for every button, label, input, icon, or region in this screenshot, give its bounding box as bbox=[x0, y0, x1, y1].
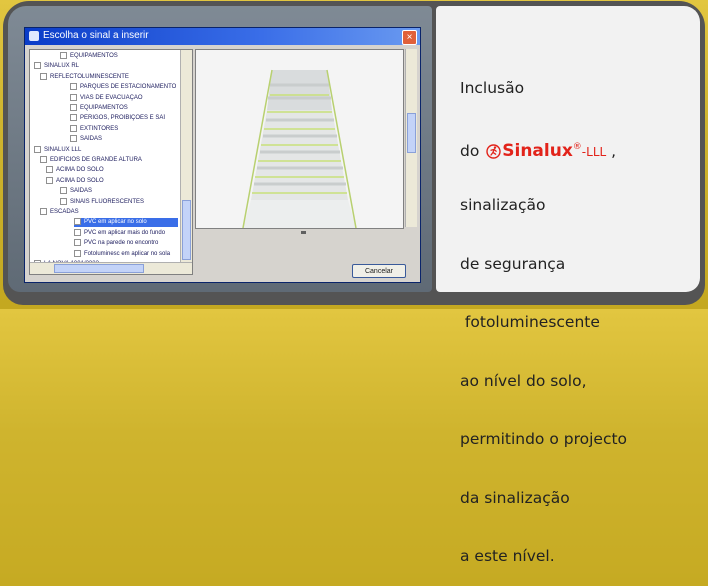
desc-line-1: Inclusão bbox=[460, 79, 525, 97]
tree-expander-icon[interactable] bbox=[34, 145, 41, 153]
brand-suffix: -LLL bbox=[581, 144, 607, 159]
tree-item-label: PVC na parede no encontro bbox=[84, 240, 159, 247]
tree-expander-icon[interactable] bbox=[74, 218, 81, 226]
tree-expander-icon[interactable] bbox=[70, 104, 77, 111]
tree-item[interactable]: REFLECTOLUMINESCENTE bbox=[40, 72, 178, 82]
app-icon bbox=[29, 31, 39, 41]
tree-item[interactable]: EDIFÍCIOS DE GRANDE ALTURA bbox=[40, 156, 178, 165]
tree-expander-icon[interactable] bbox=[46, 166, 53, 174]
tree-expander-icon[interactable] bbox=[60, 52, 67, 59]
tree-item-label: ACIMA DO SOLO bbox=[56, 167, 104, 174]
tree-item-label: VIAS DE EVACUAÇÃO bbox=[80, 94, 143, 101]
tree-item[interactable]: EQUIPAMENTOS bbox=[70, 104, 178, 113]
tree-item-label: ACIMA DO SOLO bbox=[56, 177, 104, 184]
desc-line: fotoluminescente bbox=[460, 313, 600, 331]
tree-item-label: SINALUX RL bbox=[44, 63, 80, 70]
tree-item-label: PVC em aplicar mais do fundo bbox=[84, 229, 166, 236]
sign-preview bbox=[195, 49, 404, 229]
tree-item-label: SINAIS FLUORESCENTES bbox=[70, 198, 145, 205]
desc-line-2-prefix: do bbox=[460, 141, 485, 160]
tree-item[interactable]: Fotoluminesc em aplicar no sola bbox=[74, 249, 178, 259]
tree-vertical-scrollbar-thumb[interactable] bbox=[182, 200, 191, 260]
tree-item-label: ESCADAS bbox=[50, 209, 79, 216]
tree-item[interactable]: SINALUX LLL bbox=[34, 145, 178, 155]
close-button[interactable]: × bbox=[402, 30, 417, 45]
desc-line: sinalização bbox=[460, 196, 546, 214]
tree-horizontal-scrollbar[interactable] bbox=[30, 262, 192, 274]
tree-expander-icon[interactable] bbox=[46, 176, 53, 184]
tree-item-label: PERIGOS, PROIBIÇÕES E SAÍ bbox=[80, 115, 166, 122]
tree-expander-icon[interactable] bbox=[40, 72, 47, 80]
tree-item[interactable]: ACIMA DO SOLO bbox=[46, 176, 178, 186]
running-man-icon bbox=[486, 143, 501, 165]
desc-line: da sinalização bbox=[460, 488, 570, 507]
tree-item[interactable]: SAÍDAS bbox=[60, 187, 178, 196]
brand-registered: ® bbox=[572, 141, 582, 152]
preview-scrollbar-thumb[interactable] bbox=[407, 113, 416, 153]
tree-item-label: Fotoluminesc em aplicar no sola bbox=[84, 250, 171, 257]
desc-line: ao nível do solo, bbox=[460, 371, 587, 390]
staircase-preview-image bbox=[196, 50, 403, 228]
desc-line-2-end: , bbox=[606, 141, 617, 160]
tree-horizontal-scrollbar-thumb[interactable] bbox=[54, 264, 144, 273]
dialog-title: Escolha o sinal a inserir bbox=[43, 30, 149, 41]
sign-category-tree[interactable]: EQUIPAMENTOS SINALUX RL REFLECTOLUMINESCEN… bbox=[29, 49, 193, 275]
tree-item-label: REFLECTOLUMINESCENTE bbox=[50, 73, 129, 80]
tree-item-label: EXTINTORES bbox=[80, 125, 119, 132]
tree-expander-icon[interactable] bbox=[40, 156, 47, 163]
tree-item[interactable]: EQUIPAMENTOS bbox=[60, 52, 178, 61]
tree-expander-icon[interactable] bbox=[60, 197, 67, 205]
desc-line: de segurança bbox=[460, 254, 566, 273]
brand-name: Sinalux bbox=[502, 140, 573, 161]
tree-item[interactable]: PVC em aplicar no solo bbox=[74, 218, 178, 228]
tree-item-label: SAÍDAS bbox=[70, 188, 93, 195]
tree-item[interactable]: SINALUX RL bbox=[34, 62, 178, 71]
symbol-picker-dialog: Escolha o sinal a inserir × EQUIPAMENTOS… bbox=[24, 27, 421, 283]
tree-item-label: EDIFÍCIOS DE GRANDE ALTURA bbox=[50, 157, 142, 164]
tree-expander-icon[interactable] bbox=[70, 135, 77, 143]
tree-item-label: PARQUES DE ESTACIONAMENTO bbox=[80, 84, 177, 91]
tree-item-label: SINALUX LLL bbox=[44, 146, 82, 153]
tree-item-label: SAÍDAS bbox=[80, 136, 103, 143]
tree-vertical-scrollbar[interactable] bbox=[180, 50, 192, 262]
preview-marker bbox=[301, 231, 306, 234]
tree-expander-icon[interactable] bbox=[70, 114, 77, 122]
desc-line: a este nível. bbox=[460, 547, 555, 565]
tree-item[interactable]: PARQUES DE ESTACIONAMENTO bbox=[70, 83, 178, 92]
tree-expander-icon[interactable] bbox=[40, 208, 47, 215]
brand-line: do Sinalux®-LLL , bbox=[460, 138, 700, 161]
tree-item[interactable]: PERIGOS, PROIBIÇÕES E SAÍ bbox=[70, 114, 178, 123]
tree-item-label: EQUIPAMENTOS bbox=[70, 53, 118, 60]
description-text: Inclusão do Sinalux®-LLL , sinalização d… bbox=[460, 40, 700, 586]
tree-item[interactable]: PVC na parede no encontro bbox=[74, 239, 178, 248]
tree-item[interactable]: ESCADAS bbox=[40, 208, 178, 217]
tree-expander-icon[interactable] bbox=[74, 249, 81, 257]
tree-item[interactable]: ACIMA DO SOLO bbox=[46, 166, 178, 175]
tree-item[interactable]: VIAS DE EVACUAÇÃO bbox=[70, 93, 178, 103]
cancel-button[interactable]: Cancelar bbox=[352, 264, 406, 278]
tree-item[interactable]: PVC em aplicar mais do fundo bbox=[74, 228, 178, 238]
tree-item[interactable]: SINAIS FLUORESCENTES bbox=[60, 197, 178, 207]
tree-expander-icon[interactable] bbox=[70, 124, 77, 132]
tree-item[interactable]: SAÍDAS bbox=[70, 135, 178, 144]
desc-line: permitindo o projecto bbox=[460, 430, 628, 448]
tree-expander-icon[interactable] bbox=[34, 62, 41, 70]
tree-expander-icon[interactable] bbox=[70, 83, 77, 91]
tree-item[interactable]: EXTINTORES bbox=[70, 124, 178, 134]
dialog-titlebar[interactable]: Escolha o sinal a inserir × bbox=[25, 28, 420, 45]
tree-expander-icon[interactable] bbox=[74, 239, 81, 247]
tree-item-label: PVC em aplicar no solo bbox=[84, 219, 147, 226]
tree-expander-icon[interactable] bbox=[70, 93, 77, 101]
tree-expander-icon[interactable] bbox=[74, 228, 81, 236]
tree-expander-icon[interactable] bbox=[60, 187, 67, 195]
tree-item-label: EQUIPAMENTOS bbox=[80, 105, 128, 112]
preview-scrollbar[interactable] bbox=[405, 49, 417, 227]
